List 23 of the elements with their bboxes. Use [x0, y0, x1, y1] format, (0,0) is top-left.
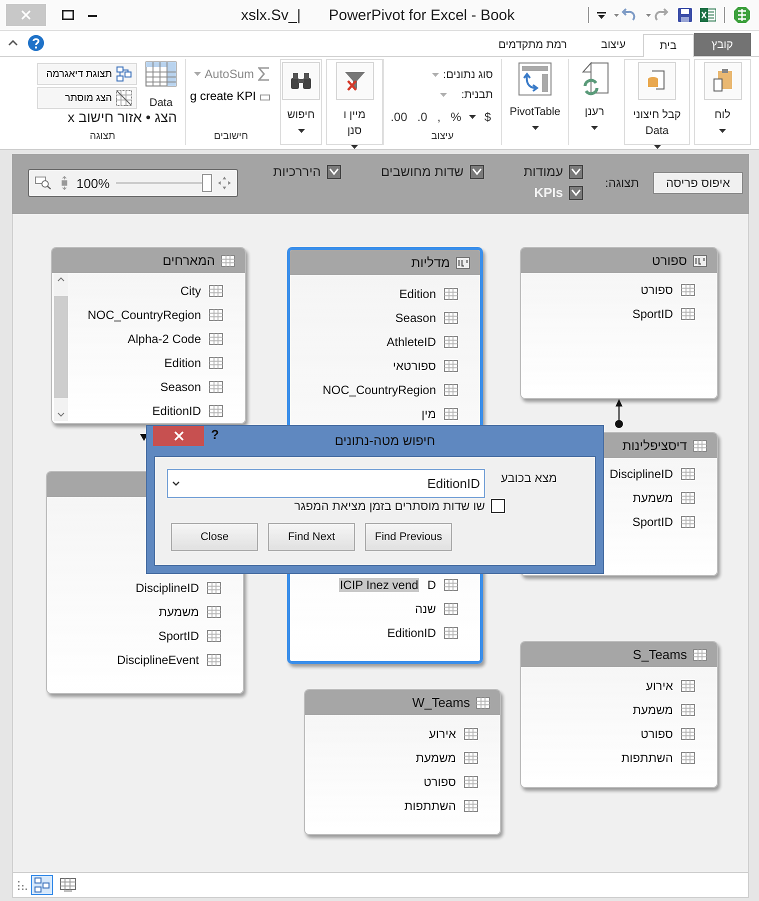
window-title: PowerPivot for Excel - Book: [328, 6, 515, 24]
table-title: ספורט: [652, 253, 687, 268]
field-label: סוג נתונים:: [443, 69, 493, 81]
group-caption: תצוגה: [88, 131, 116, 142]
group-caption: חישובים: [212, 131, 250, 142]
view-label: תצוגה:: [605, 176, 639, 190]
table-title: S_Teams: [632, 647, 687, 662]
file-name: xslx.Sv_|: [241, 6, 301, 24]
table-title: המארחים: [162, 253, 215, 268]
option-label: שו שדות מוסתרים בזמן מציאת המפגר: [294, 499, 485, 513]
option-label: היררכיות: [273, 164, 321, 179]
field-label: תבנית:: [461, 89, 493, 101]
option-label: שדות מחושבים: [380, 164, 464, 179]
table-title: דיסציפלינות: [622, 438, 687, 453]
option-label: עמודות: [524, 164, 564, 179]
zoom-reading: 100%: [76, 176, 110, 190]
highlight-label: ICIP Inez vend: [338, 578, 420, 592]
table-title: מדליות: [411, 255, 450, 270]
data-view-label: Data: [149, 97, 173, 109]
group-caption: עיצוב: [430, 131, 455, 142]
option-label: KPIs: [534, 185, 564, 200]
dialog-title: חיפוש מטה-נתונים: [334, 433, 436, 448]
table-title: W_Teams: [412, 695, 470, 710]
